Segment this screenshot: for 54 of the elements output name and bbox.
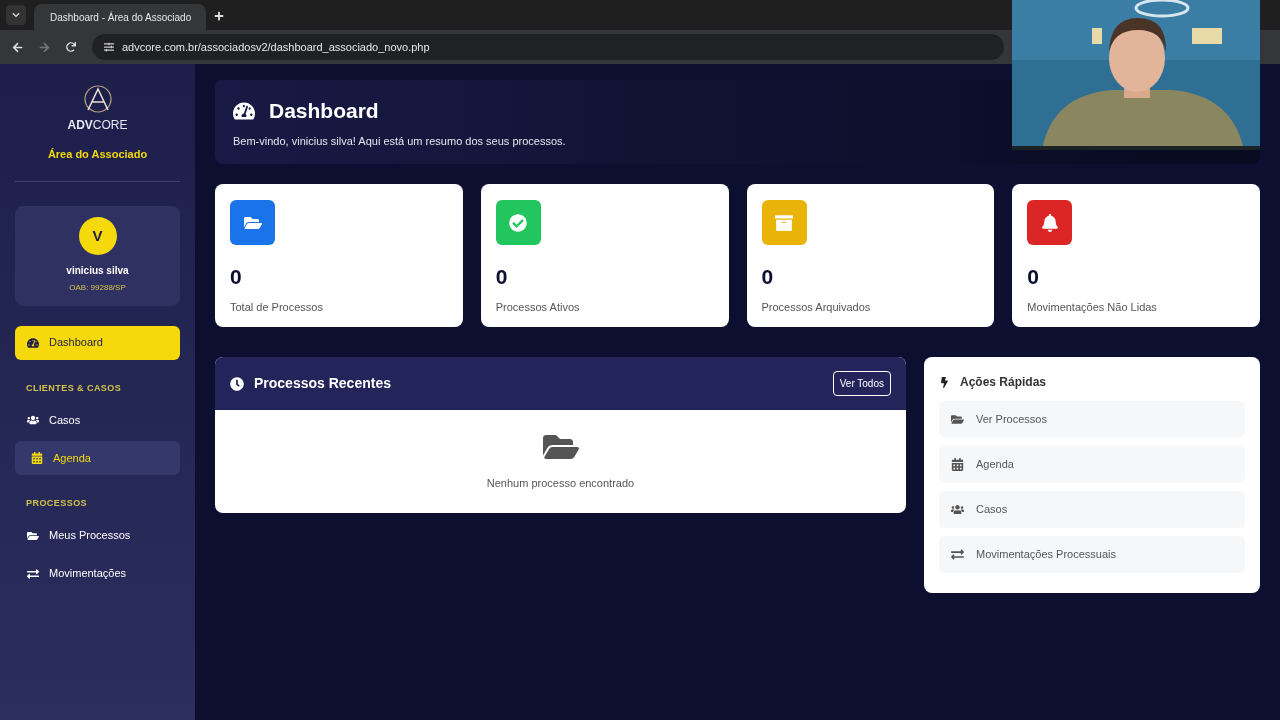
stat-value: 0 xyxy=(495,264,509,290)
clock-icon xyxy=(230,376,244,391)
nav-section-label: CLIENTES & CASOS xyxy=(25,381,123,395)
folder-icon xyxy=(27,529,39,542)
arrows-icon xyxy=(27,567,39,580)
arrows-icon xyxy=(951,548,964,561)
nav-item[interactable]: Meus Processos xyxy=(15,518,180,553)
welcome-text: Bem-vindo, vinicius silva! Aqui está um resumo dos seus processos. xyxy=(233,133,567,149)
stat-value: 0 xyxy=(1027,264,1040,290)
tab-list-button[interactable] xyxy=(6,5,26,25)
calendar-icon xyxy=(31,452,43,464)
stat-label: Processos Arquivados xyxy=(761,299,872,315)
forward-icon[interactable] xyxy=(39,41,50,53)
stat-label: Total de Processos xyxy=(230,299,324,315)
stat-label: Movimentações Não Lidas xyxy=(1027,299,1158,315)
nav-item[interactable]: Movimentações xyxy=(15,556,180,591)
stat-value: 0 xyxy=(230,264,243,290)
page-title: Dashboard xyxy=(269,98,379,124)
users-icon xyxy=(951,503,964,516)
folder-icon xyxy=(951,413,964,426)
new-tab-icon[interactable] xyxy=(214,11,224,21)
view-all-button[interactable]: Ver Todos xyxy=(832,371,891,396)
nav-section-label: PROCESSOS xyxy=(25,497,89,510)
bell-icon xyxy=(1040,213,1059,232)
quick-action-item[interactable]: Movimentações Processuais xyxy=(939,536,1245,573)
nav-item[interactable]: Agenda xyxy=(15,441,180,475)
calendar-icon xyxy=(951,458,964,471)
quick-action-item[interactable]: Ver Processos xyxy=(939,401,1245,438)
quick-action-item[interactable]: Agenda xyxy=(939,446,1245,483)
users-icon xyxy=(27,414,39,426)
nav-item[interactable]: Dashboard xyxy=(15,325,180,360)
browser-tab[interactable]: Dashboard - Área do Associado xyxy=(34,4,206,30)
user-name: vinicius silva xyxy=(66,264,129,278)
user-avatar: V xyxy=(78,217,117,255)
archive-icon xyxy=(775,213,793,232)
dashboard-icon xyxy=(27,336,39,349)
address-bar[interactable]: advcore.com.br/associadosv2/dashboard_associado_novo.php xyxy=(92,34,1004,60)
empty-message: Nenhum processo encontrado xyxy=(486,476,635,492)
url-text: advcore.com.br/associadosv2/dashboard_associado_novo.php xyxy=(122,39,430,55)
nav-item[interactable]: Casos xyxy=(15,403,180,437)
stat-label: Processos Ativos xyxy=(495,299,581,315)
brand-name: ADVCORE xyxy=(67,118,128,132)
panel-title: Processos Recentes xyxy=(254,374,392,393)
back-icon[interactable] xyxy=(12,41,23,53)
area-subtitle: Área do Associado xyxy=(47,147,148,162)
check-icon xyxy=(509,213,528,232)
chevron-icon xyxy=(12,11,20,19)
bolt-icon xyxy=(939,376,950,388)
panel-title: Ações Rápidas xyxy=(960,374,1047,391)
quick-action-item[interactable]: Casos xyxy=(939,491,1245,528)
stat-value: 0 xyxy=(761,264,775,290)
reload-icon[interactable] xyxy=(66,42,76,52)
oab-number: OAB: 99288/SP xyxy=(69,282,126,294)
site-settings-icon xyxy=(104,42,114,52)
